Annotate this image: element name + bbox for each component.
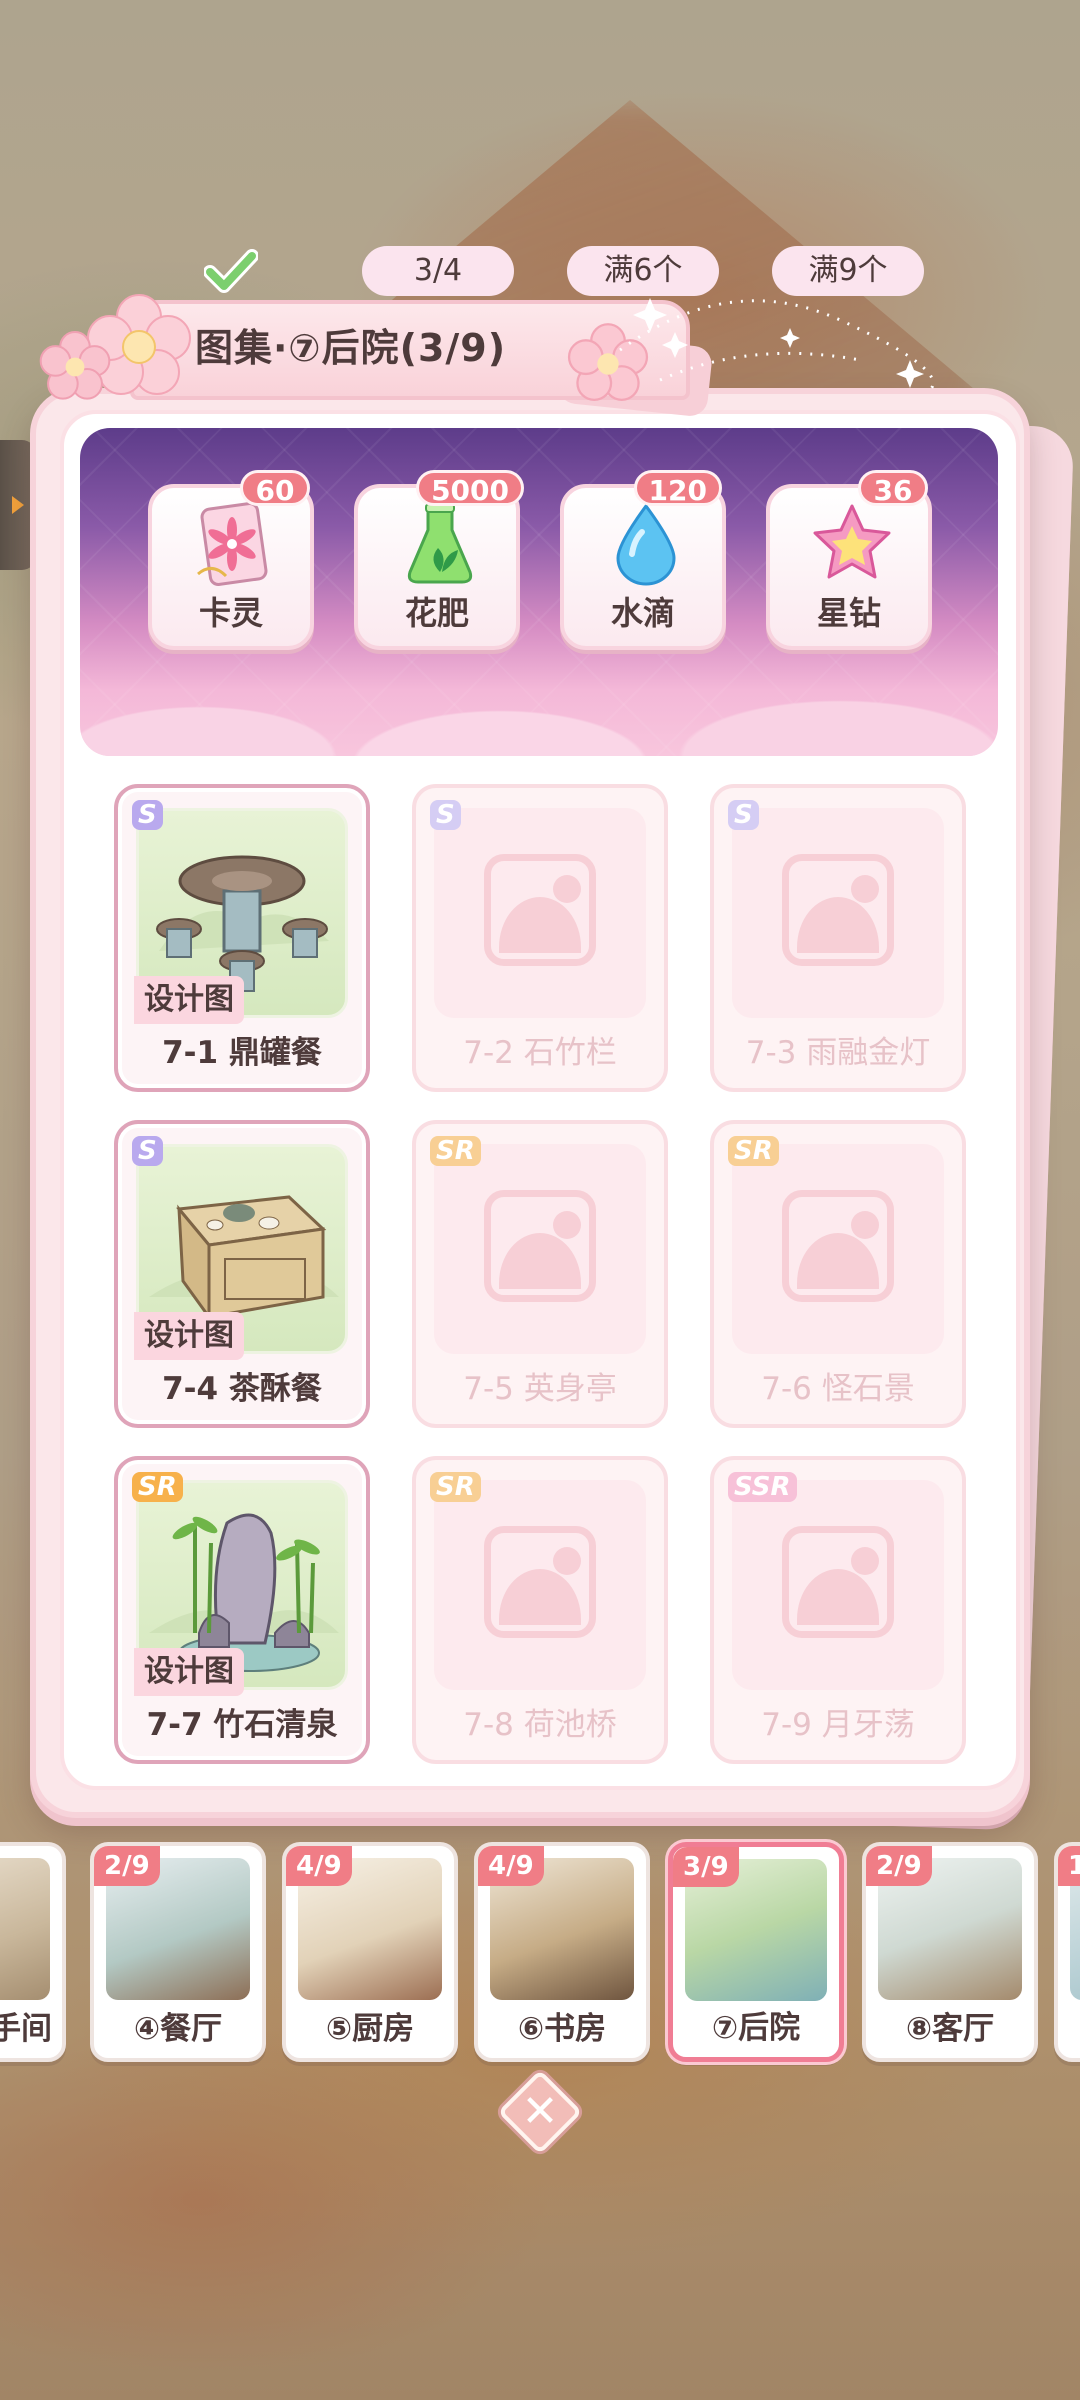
item-label: 7-7 竹石清泉 [146, 1707, 338, 1743]
room-label: ⑧客厅 [905, 2011, 995, 2047]
image-placeholder-icon [782, 1190, 894, 1302]
item-image [434, 1144, 646, 1354]
item-label: 7-2 石竹栏 [463, 1035, 617, 1071]
item-label: 7-4 茶酥餐 [162, 1371, 322, 1407]
item-label: 7-1 鼎罐餐 [162, 1035, 322, 1071]
image-placeholder-icon [782, 854, 894, 966]
reward-star-diamond[interactable]: 星钻 36 [766, 470, 932, 650]
collection-item-7-7[interactable]: SR 设计图 7-7 竹石清泉 [114, 1456, 370, 1764]
reward-card-spirit[interactable]: 卡灵 60 [148, 470, 314, 650]
card-spirit-icon [197, 502, 268, 586]
room-progress-badge: 4/9 [286, 1846, 352, 1886]
rarity-badge: SR [132, 1472, 183, 1502]
claimed-check-icon [204, 249, 258, 293]
room-label: ⑤厨房 [325, 2011, 415, 2047]
reward-name: 卡灵 [198, 594, 263, 632]
image-placeholder-icon [782, 1526, 894, 1638]
fertilizer-icon [407, 503, 473, 584]
collection-item-7-5[interactable]: SR 7-5 英身亭 [412, 1120, 668, 1428]
reward-count-badge: 5000 [416, 470, 524, 507]
room-label: ④餐厅 [133, 2011, 223, 2047]
collection-item-7-9[interactable]: SSR 7-9 月牙荡 [710, 1456, 966, 1764]
rarity-badge: SSR [728, 1472, 797, 1502]
rarity-badge: S [728, 800, 759, 830]
room-thumbnail [0, 1858, 50, 2000]
reward-requirement: 满6个 [567, 246, 719, 296]
room-tab-next[interactable]: 1 [1054, 1842, 1080, 2062]
collection-item-7-3[interactable]: S 7-3 雨融金灯 [710, 784, 966, 1092]
rarity-badge: SR [430, 1136, 481, 1166]
image-placeholder-icon [484, 854, 596, 966]
rarity-badge: S [132, 1136, 163, 1166]
reward-fertilizer[interactable]: 花肥 5000 [354, 470, 524, 650]
image-placeholder-icon [484, 1190, 596, 1302]
reward-count-badge: 120 [633, 470, 722, 507]
design-tag: 设计图 [134, 1312, 244, 1360]
collection-item-7-6[interactable]: SR 7-6 怪石景 [710, 1120, 966, 1428]
room-selector[interactable]: 手间 2/9 ④餐厅 4/9 ⑤厨房 4/9 ⑥书房 3/9 ⑦后院 2/9 ⑧… [0, 1838, 1080, 2068]
item-image [732, 1480, 944, 1690]
item-label: 7-9 月牙荡 [761, 1707, 915, 1743]
water-drop-icon [616, 503, 676, 586]
item-label: 7-3 雨融金灯 [745, 1035, 931, 1071]
room-progress-badge: 3/9 [673, 1847, 739, 1887]
sparkle-chain [619, 298, 935, 392]
rarity-badge: SR [728, 1136, 779, 1166]
design-tag: 设计图 [134, 1648, 244, 1696]
item-image [732, 808, 944, 1018]
flower-icon [39, 331, 111, 400]
reward-count-badge: 60 [240, 470, 310, 507]
collection-item-7-4[interactable]: S 设计图 7-4 茶酥餐 [114, 1120, 370, 1428]
item-label: 7-5 英身亭 [463, 1371, 617, 1407]
rarity-badge: S [132, 800, 163, 830]
item-label: 7-8 荷池桥 [463, 1707, 617, 1743]
image-placeholder-icon [484, 1526, 596, 1638]
room-tab-study[interactable]: 4/9 ⑥书房 [474, 1842, 650, 2062]
room-label: ⑥书房 [517, 2011, 607, 2047]
page-title: 图集·⑦后院(3/9) [195, 326, 507, 370]
reward-water-drop[interactable]: 水滴 120 [560, 470, 726, 650]
design-tag: 设计图 [134, 976, 244, 1024]
star-diamond-icon [813, 504, 891, 579]
room-tab-washroom[interactable]: 手间 [0, 1842, 66, 2062]
room-progress-badge: 2/9 [94, 1846, 160, 1886]
room-progress-badge: 4/9 [478, 1846, 544, 1886]
item-image [732, 1144, 944, 1354]
collection-item-7-8[interactable]: SR 7-8 荷池桥 [412, 1456, 668, 1764]
collection-item-7-2[interactable]: S 7-2 石竹栏 [412, 784, 668, 1092]
reward-count-badge: 36 [858, 470, 928, 507]
room-tab-living[interactable]: 2/9 ⑧客厅 [862, 1842, 1038, 2062]
item-image [434, 1480, 646, 1690]
reward-progress: 3/4 [362, 246, 514, 296]
close-icon[interactable]: ✕ [510, 2082, 570, 2142]
reward-name: 水滴 [610, 594, 675, 632]
room-tab-backyard[interactable]: 3/9 ⑦后院 [668, 1842, 844, 2062]
room-tab-kitchen[interactable]: 4/9 ⑤厨房 [282, 1842, 458, 2062]
rarity-badge: SR [430, 1472, 481, 1502]
room-label: 手间 [0, 2011, 52, 2047]
item-image [434, 808, 646, 1018]
room-label: ⑦后院 [711, 2010, 801, 2046]
room-tab-dining[interactable]: 2/9 ④餐厅 [90, 1842, 266, 2062]
reward-name: 花肥 [404, 594, 469, 632]
room-progress-badge: 1 [1058, 1846, 1080, 1886]
room-progress-badge: 2/9 [866, 1846, 932, 1886]
reward-name: 星钻 [816, 594, 881, 632]
reward-requirement: 满9个 [772, 246, 924, 296]
collection-item-7-1[interactable]: S 设计图 7-1 鼎罐餐 [114, 784, 370, 1092]
rarity-badge: S [430, 800, 461, 830]
item-label: 7-6 怪石景 [761, 1371, 915, 1407]
